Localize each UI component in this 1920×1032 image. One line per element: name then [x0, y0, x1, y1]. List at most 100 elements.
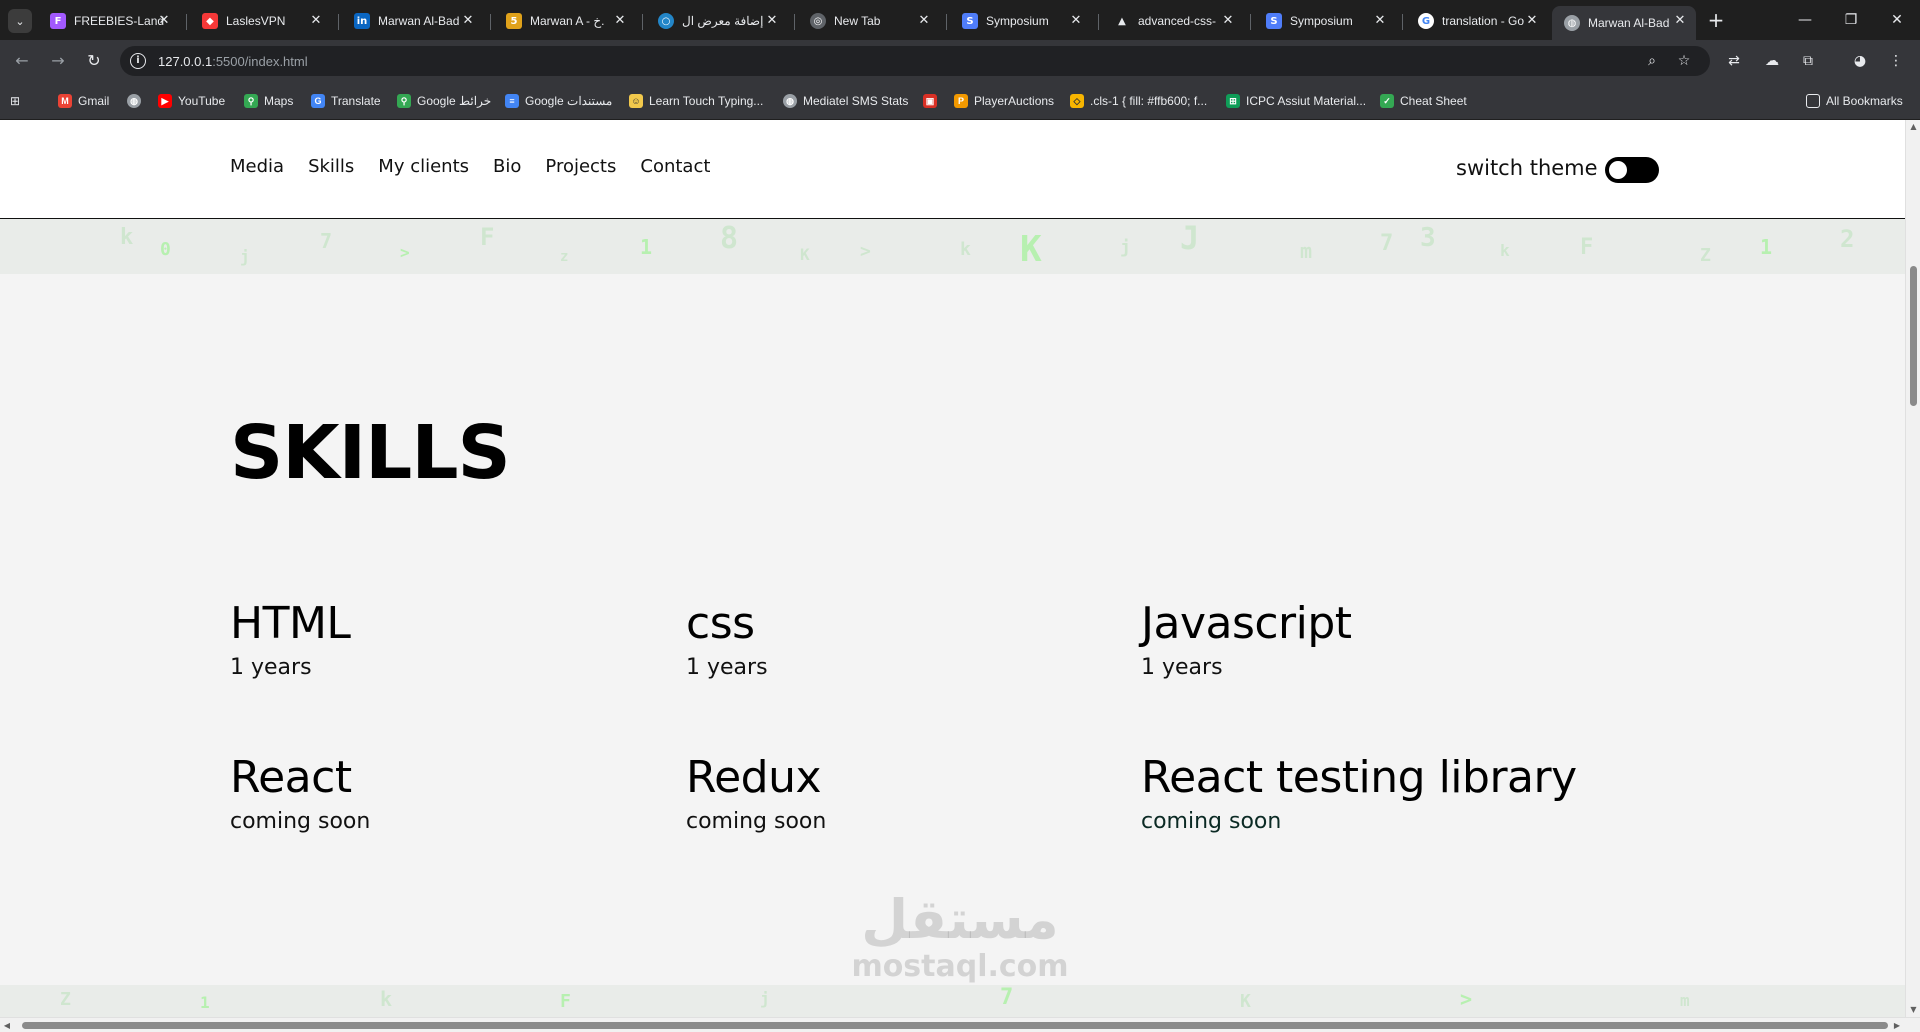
close-icon[interactable]: ✕ — [308, 13, 324, 29]
site-nav: Media Skills My clients Bio Projects Con… — [230, 156, 734, 177]
nav-link-contact[interactable]: Contact — [640, 156, 710, 177]
profile-avatar-icon[interactable]: ◕ — [1852, 53, 1868, 69]
site-info-icon[interactable]: i — [130, 53, 146, 69]
browser-tab[interactable]: ○ إضافة معرض ال ✕ — [646, 6, 788, 36]
nav-link-bio[interactable]: Bio — [493, 156, 521, 177]
plus-icon: + — [1707, 8, 1725, 32]
scrollbar-thumb[interactable] — [1910, 266, 1917, 406]
tab-search-button[interactable]: ⌄ — [8, 9, 32, 33]
minimize-button[interactable]: — — [1782, 6, 1828, 34]
menu-kebab-icon[interactable]: ⋮ — [1888, 53, 1904, 69]
scroll-right-icon[interactable]: ▶ — [1890, 1018, 1904, 1032]
bookmark-google-docs-ar[interactable]: ≡ Google مستندات — [505, 92, 612, 110]
nav-link-projects[interactable]: Projects — [545, 156, 616, 177]
skills-heading: SKILLS — [230, 410, 511, 496]
vertical-scrollbar[interactable]: ▲ ▼ — [1905, 120, 1920, 1017]
bookmark-globe[interactable]: ◍ — [127, 92, 147, 110]
back-button[interactable]: ← — [10, 49, 34, 73]
bookmark-cls[interactable]: ◇ .cls-1 { fill: #ffb600; f... — [1070, 92, 1207, 110]
nav-link-media[interactable]: Media — [230, 156, 284, 177]
bookmark-typing[interactable]: ☺ Learn Touch Typing... — [629, 92, 763, 110]
close-icon[interactable]: ✕ — [764, 13, 780, 29]
red-square-icon: ▣ — [923, 94, 937, 108]
scroll-left-icon[interactable]: ◀ — [0, 1018, 14, 1032]
all-bookmarks-button[interactable]: All Bookmarks — [1806, 92, 1903, 110]
browser-tab-active[interactable]: ◍ Marwan Al-Bad ✕ — [1552, 6, 1696, 40]
translate-icon[interactable]: ⇄ — [1726, 53, 1742, 69]
bookmark-label: YouTube — [178, 94, 226, 108]
nav-link-my-clients[interactable]: My clients — [378, 156, 469, 177]
extensions-icon[interactable]: ⧉ — [1800, 53, 1816, 69]
typing-icon: ☺ — [629, 94, 643, 108]
new-tab-button[interactable]: + — [1704, 9, 1728, 33]
close-icon[interactable]: ✕ — [460, 13, 476, 29]
apps-grid-icon[interactable]: ⊞ — [10, 92, 20, 110]
browser-tab[interactable]: ▲ advanced-css- ✕ — [1102, 6, 1244, 36]
skill-years: coming soon — [1141, 809, 1282, 834]
youtube-icon: ▶ — [158, 94, 172, 108]
skill-name: Javascript — [1141, 598, 1352, 649]
close-icon[interactable]: ✕ — [156, 13, 172, 29]
restore-icon: ❐ — [1844, 12, 1858, 28]
close-window-button[interactable]: ✕ — [1874, 6, 1920, 34]
browser-tab[interactable]: F FREEBIES-Land ✕ — [38, 6, 180, 36]
bookmark-label: .cls-1 { fill: #ffb600; f... — [1090, 94, 1208, 108]
zoom-icon[interactable]: ⌕ — [1644, 53, 1660, 69]
browser-tab[interactable]: in Marwan Al-Bad ✕ — [342, 6, 484, 36]
nav-link-skills[interactable]: Skills — [308, 156, 354, 177]
bookmark-translate[interactable]: G Translate — [311, 92, 381, 110]
scroll-down-icon[interactable]: ▼ — [1906, 1003, 1920, 1017]
star-icon[interactable]: ☆ — [1676, 53, 1692, 69]
bookmark-youtube[interactable]: ▶ YouTube — [158, 92, 225, 110]
browser-tab[interactable]: 5 Marwan A - خ. ✕ — [494, 6, 636, 36]
site-header: Media Skills My clients Bio Projects Con… — [0, 120, 1905, 219]
close-icon[interactable]: ✕ — [1372, 13, 1388, 29]
skill-name: HTML — [230, 598, 351, 649]
address-bar[interactable]: i 127.0.0.1:5500/index.html ⌕ ☆ — [120, 46, 1710, 76]
browser-tab[interactable]: S Symposium ✕ — [950, 6, 1092, 36]
skill-name: React testing library — [1141, 752, 1577, 803]
bookmark-playerauctions[interactable]: P PlayerAuctions — [954, 92, 1054, 110]
close-icon[interactable]: ✕ — [916, 13, 932, 29]
switch-theme-label: switch theme — [1456, 156, 1598, 180]
figma-icon: F — [50, 13, 66, 29]
browser-tab[interactable]: G translation - Go ✕ — [1406, 6, 1548, 36]
skill-card: css 1 years — [686, 598, 1126, 680]
bookmark-mediatel[interactable]: ◍ Mediatel SMS Stats — [783, 92, 908, 110]
browser-tab[interactable]: ◆ LaslesVPN ✕ — [190, 6, 332, 36]
forward-button[interactable]: → — [46, 49, 70, 73]
url-host: 127.0.0.1 — [158, 53, 213, 69]
bookmark-label: Google مستندات — [525, 94, 613, 108]
matrix-background-band: Z 1 k F j 7 K > m — [0, 985, 1905, 1017]
browser-tab[interactable]: S Symposium ✕ — [1254, 6, 1396, 36]
scrollbar-thumb[interactable] — [22, 1022, 1888, 1029]
tab-strip: ⌄ F FREEBIES-Land ✕ ◆ LaslesVPN ✕ in Mar… — [0, 0, 1920, 40]
toggle-knob — [1609, 161, 1627, 179]
close-icon[interactable]: ✕ — [1068, 13, 1084, 29]
symposium-icon: S — [962, 13, 978, 29]
bookmark-google-maps-ar[interactable]: ⚲ Google خرائط — [397, 92, 491, 110]
skill-card: Javascript 1 years — [1141, 598, 1581, 680]
theme-toggle[interactable] — [1605, 157, 1659, 183]
horizontal-scrollbar[interactable]: ◀ ▶ — [0, 1017, 1920, 1032]
close-icon[interactable]: ✕ — [1220, 13, 1236, 29]
bookmark-red[interactable]: ▣ — [923, 92, 943, 110]
docs-icon: ≡ — [505, 94, 519, 108]
close-icon[interactable]: ✕ — [1672, 13, 1688, 29]
restore-button[interactable]: ❐ — [1828, 6, 1874, 34]
linkedin-icon: in — [354, 13, 370, 29]
bookmark-cheat-sheet[interactable]: ✓ Cheat Sheet — [1380, 92, 1467, 110]
close-icon[interactable]: ✕ — [612, 13, 628, 29]
bookmark-icpc[interactable]: ⊞ ICPC Assiut Material... — [1226, 92, 1366, 110]
close-icon[interactable]: ✕ — [1524, 13, 1540, 29]
cheatsheet-icon: ✓ — [1380, 94, 1394, 108]
scroll-up-icon[interactable]: ▲ — [1906, 120, 1920, 134]
bookmark-maps[interactable]: ⚲ Maps — [244, 92, 293, 110]
bookmark-gmail[interactable]: M Gmail — [58, 92, 109, 110]
khamsat-icon: 5 — [506, 13, 522, 29]
reload-button[interactable]: ↻ — [82, 49, 106, 73]
extension-cloud-icon[interactable]: ☁ — [1764, 53, 1780, 69]
all-bookmarks-label: All Bookmarks — [1826, 94, 1903, 108]
bookmark-label: Maps — [264, 94, 294, 108]
browser-tab[interactable]: ◎ New Tab ✕ — [798, 6, 940, 36]
